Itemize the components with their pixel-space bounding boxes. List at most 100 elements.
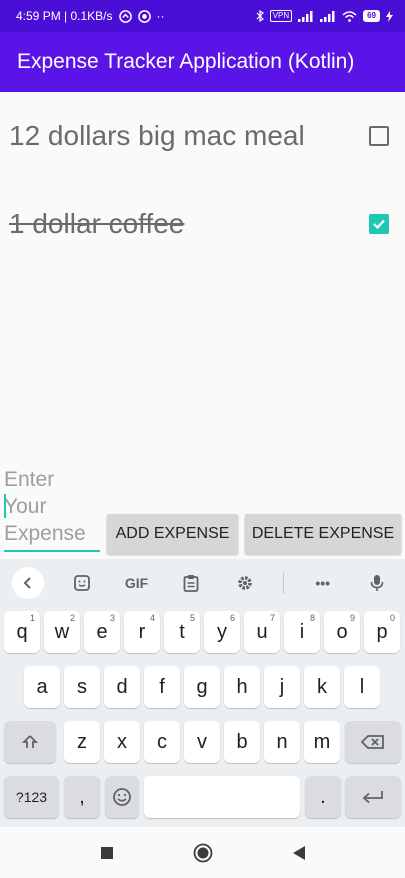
status-right: VPN 69 — [256, 10, 393, 22]
key-m[interactable]: m — [304, 721, 340, 763]
key-f[interactable]: f — [144, 666, 180, 708]
text-cursor — [4, 494, 6, 518]
keyboard-row-1: q1w2e3r4t5y6u7i8o9p0 — [0, 607, 405, 655]
key-y[interactable]: y6 — [204, 611, 240, 653]
expense-checkbox[interactable] — [369, 214, 389, 234]
toolbar-divider — [283, 572, 285, 594]
comma-key[interactable]: , — [64, 776, 100, 818]
key-a[interactable]: a — [24, 666, 60, 708]
delete-expense-button[interactable]: DELETE EXPENSE — [245, 514, 401, 554]
symbols-key[interactable]: ?123 — [4, 776, 59, 818]
key-hint: 6 — [229, 613, 235, 623]
enter-key[interactable] — [345, 776, 401, 818]
status-left: 4:59 PM | 0.1KB/s ·· — [16, 9, 165, 23]
keyboard: GIF ••• q1w2e3r4t5y6u7i8o9p0 asdfghjkl z… — [0, 559, 405, 827]
space-bar[interactable] — [144, 776, 300, 818]
emoji-icon — [113, 788, 131, 806]
triangle-back-icon — [292, 845, 305, 860]
key-n[interactable]: n — [264, 721, 300, 763]
backspace-key[interactable] — [345, 721, 401, 763]
key-label: r — [138, 620, 146, 643]
keyboard-row-4: ?123 , . — [0, 772, 405, 820]
key-hint: 2 — [69, 613, 75, 623]
expense-item-text: 1 dollar coffee — [9, 208, 185, 239]
key-e[interactable]: e3 — [84, 611, 120, 653]
period-key[interactable]: . — [305, 776, 341, 818]
status-time: 4:59 PM | 0.1KB/s — [16, 9, 113, 23]
key-hint: 8 — [309, 613, 315, 623]
key-v[interactable]: v — [184, 721, 220, 763]
key-t[interactable]: t5 — [164, 611, 200, 653]
sync-icon — [118, 9, 132, 23]
gear-icon[interactable] — [229, 567, 261, 599]
key-p[interactable]: p0 — [364, 611, 400, 653]
expense-checkbox[interactable] — [369, 126, 389, 146]
key-u[interactable]: u7 — [244, 611, 280, 653]
key-hint: 9 — [349, 613, 355, 623]
shift-key[interactable] — [4, 721, 56, 763]
key-d[interactable]: d — [104, 666, 140, 708]
back-button[interactable] — [287, 841, 311, 865]
charging-icon — [386, 10, 393, 22]
key-hint: 5 — [189, 613, 195, 623]
sticker-icon[interactable] — [66, 567, 98, 599]
key-label: y — [217, 620, 227, 643]
key-c[interactable]: c — [144, 721, 180, 763]
key-q[interactable]: q1 — [4, 611, 40, 653]
add-expense-button[interactable]: ADD EXPENSE — [107, 514, 238, 554]
key-h[interactable]: h — [224, 666, 260, 708]
expense-item[interactable]: 1 dollar coffee — [0, 180, 405, 268]
key-r[interactable]: r4 — [124, 611, 160, 653]
expense-list: 12 dollars big mac meal 1 dollar coffee — [0, 92, 405, 268]
app-title: Expense Tracker Application (Kotlin) — [17, 50, 355, 73]
home-button[interactable] — [191, 841, 215, 865]
gif-button[interactable]: GIF — [121, 567, 153, 599]
app-bar: Expense Tracker Application (Kotlin) — [0, 32, 405, 92]
more-notifications-dots: ·· — [156, 9, 165, 23]
app-status-icon — [137, 9, 151, 23]
key-s[interactable]: s — [64, 666, 100, 708]
circle-icon — [193, 843, 212, 862]
microphone-icon[interactable] — [361, 567, 393, 599]
bluetooth-icon — [256, 10, 264, 22]
signal-icon-2 — [320, 10, 336, 22]
key-o[interactable]: o9 — [324, 611, 360, 653]
key-hint: 4 — [149, 613, 155, 623]
key-w[interactable]: w2 — [44, 611, 80, 653]
key-g[interactable]: g — [184, 666, 220, 708]
recents-button[interactable] — [95, 841, 119, 865]
keyboard-row-3: zxcvbnm — [0, 717, 405, 765]
key-z[interactable]: z — [64, 721, 100, 763]
key-label: o — [336, 620, 348, 643]
key-j[interactable]: j — [264, 666, 300, 708]
key-label: q — [16, 620, 28, 643]
expense-item[interactable]: 12 dollars big mac meal — [0, 92, 405, 180]
keyboard-row-2: asdfghjkl — [0, 662, 405, 710]
back-arrow-icon[interactable] — [12, 567, 44, 599]
wifi-icon — [342, 10, 357, 22]
expense-input[interactable]: Enter Your Expense — [4, 466, 100, 552]
shift-arrow-icon — [22, 735, 38, 748]
vpn-badge: VPN — [269, 10, 293, 22]
enter-icon — [362, 791, 383, 804]
key-hint: 7 — [269, 613, 275, 623]
key-hint: 3 — [109, 613, 115, 623]
key-hint: 0 — [389, 613, 395, 623]
key-x[interactable]: x — [104, 721, 140, 763]
more-options-icon[interactable]: ••• — [307, 567, 339, 599]
key-b[interactable]: b — [224, 721, 260, 763]
key-label: e — [96, 620, 108, 643]
signal-icon — [298, 10, 314, 22]
input-row: Enter Your Expense ADD EXPENSE DELETE EX… — [0, 466, 405, 554]
emoji-key[interactable] — [105, 776, 139, 818]
backspace-icon — [361, 735, 384, 749]
key-k[interactable]: k — [304, 666, 340, 708]
key-l[interactable]: l — [344, 666, 380, 708]
key-label: u — [256, 620, 268, 643]
expense-item-text: 12 dollars big mac meal — [9, 120, 305, 151]
clipboard-icon[interactable] — [175, 567, 207, 599]
key-hint: 1 — [29, 613, 35, 623]
square-icon — [100, 846, 113, 859]
key-i[interactable]: i8 — [284, 611, 320, 653]
key-label: w — [54, 620, 70, 643]
